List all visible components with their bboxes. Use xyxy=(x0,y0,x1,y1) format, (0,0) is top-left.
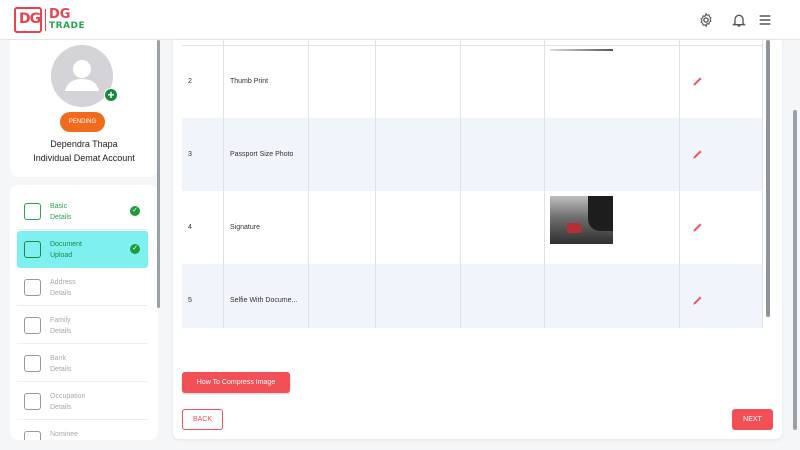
column-divider xyxy=(308,40,309,328)
account-type: Individual Demat Account xyxy=(33,153,135,163)
documents-table: 2 Thumb Print 3 Passport Size Photo 4 Si… xyxy=(182,40,763,328)
document-name: Passport Size Photo xyxy=(230,151,294,158)
document-icon xyxy=(24,241,41,258)
briefcase-icon xyxy=(24,393,41,410)
column-divider xyxy=(544,40,545,328)
steps-sidebar: Basic Details ✓ Document Upload ✓ Addres… xyxy=(10,185,158,440)
column-divider xyxy=(223,40,224,328)
step-basic-details[interactable]: Basic Details ✓ xyxy=(17,193,148,230)
row-number: 2 xyxy=(188,78,192,85)
row-number: 3 xyxy=(188,151,192,158)
location-pin-icon xyxy=(24,279,41,296)
document-name: Signature xyxy=(230,224,260,231)
step-label: Family Details xyxy=(50,317,72,335)
table-row: 2 Thumb Print xyxy=(182,45,763,118)
step-nominee[interactable]: Nominee xyxy=(17,421,148,440)
document-name: Thumb Print xyxy=(230,78,269,85)
step-document-upload[interactable]: Document Upload ✓ xyxy=(17,231,148,268)
column-divider xyxy=(375,40,376,328)
logo-mark[interactable]: DG xyxy=(14,7,42,33)
signature-image-preview[interactable] xyxy=(550,196,613,244)
column-divider xyxy=(460,40,461,328)
row-number: 4 xyxy=(188,224,192,231)
check-icon: ✓ xyxy=(130,244,140,254)
table-row: 3 Passport Size Photo xyxy=(182,118,763,191)
logo-mark-text: DG xyxy=(19,11,41,27)
step-occupation-details[interactable]: Occupation Details xyxy=(17,383,148,420)
car-shape xyxy=(567,223,581,233)
add-photo-icon[interactable]: + xyxy=(104,88,118,102)
compress-image-button[interactable]: How To Compress Image xyxy=(182,372,290,393)
next-button[interactable]: NEXT xyxy=(732,409,773,430)
profile-name: Dependra Thapa xyxy=(50,139,118,149)
bell-icon[interactable] xyxy=(731,12,747,28)
step-family-details[interactable]: Family Details xyxy=(17,307,148,344)
search-person-icon xyxy=(24,431,41,440)
gear-icon[interactable] xyxy=(698,12,714,28)
table-scrollbar[interactable] xyxy=(766,40,770,317)
document-name: Selfie With Docume... xyxy=(230,297,298,304)
profile-card: + PENDING Dependra Thapa Individual Dema… xyxy=(10,40,158,177)
step-label: Bank Details xyxy=(50,355,72,373)
step-bank-details[interactable]: Bank Details xyxy=(17,345,148,382)
edit-icon[interactable] xyxy=(692,295,703,306)
back-button[interactable]: BACK xyxy=(182,409,223,430)
row-divider xyxy=(182,45,763,46)
step-address-details[interactable]: Address Details xyxy=(17,269,148,306)
logo-title: DG xyxy=(49,7,71,22)
top-bar: DG DG TRADE xyxy=(0,0,800,40)
row-number: 5 xyxy=(188,297,192,304)
table-row: 5 Selfie With Docume... xyxy=(182,264,763,328)
check-icon: ✓ xyxy=(130,206,140,216)
step-label: Address Details xyxy=(50,279,76,297)
page-scrollbar[interactable] xyxy=(793,110,797,430)
column-divider xyxy=(762,40,763,328)
family-icon xyxy=(24,317,41,334)
bank-icon xyxy=(24,355,41,372)
edit-icon[interactable] xyxy=(692,76,703,87)
status-badge: PENDING xyxy=(60,112,105,132)
column-divider xyxy=(679,40,680,328)
menu-icon[interactable] xyxy=(757,12,773,28)
step-label: Basic Details xyxy=(50,203,72,221)
step-label: Occupation Details xyxy=(50,393,86,411)
step-label: Document Upload xyxy=(50,241,82,259)
sidebar-scrollbar[interactable] xyxy=(157,40,160,308)
person-card-icon xyxy=(24,203,41,220)
edit-icon[interactable] xyxy=(692,222,703,233)
logo-subtitle: TRADE xyxy=(49,21,86,31)
table-row: 4 Signature xyxy=(182,191,763,264)
edit-icon[interactable] xyxy=(692,149,703,160)
step-label: Nominee xyxy=(50,431,79,438)
tree-shape xyxy=(588,196,613,231)
image-preview-partial xyxy=(550,49,613,51)
logo-divider xyxy=(45,9,46,31)
